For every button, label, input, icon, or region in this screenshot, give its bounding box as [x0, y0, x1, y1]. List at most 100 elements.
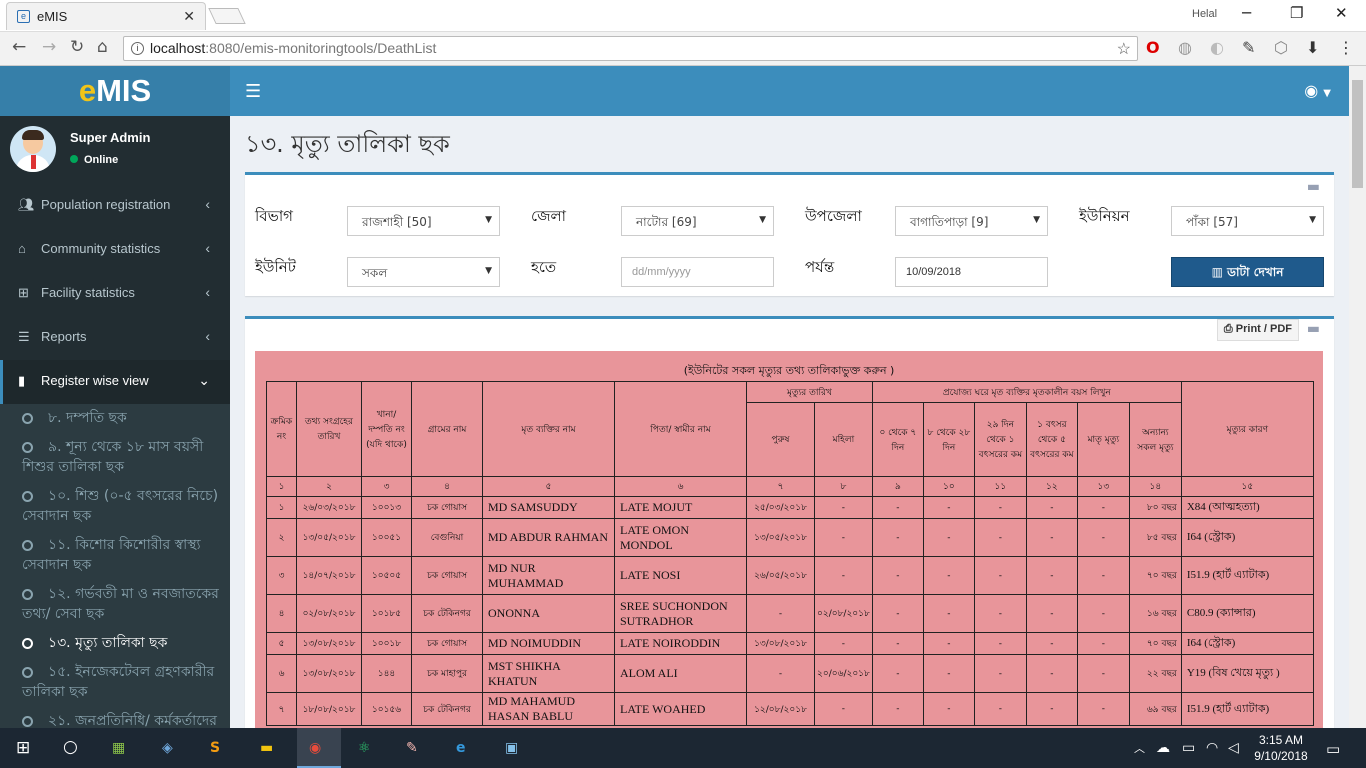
- from-date-input[interactable]: dd/mm/yyyy: [621, 257, 774, 287]
- submenu-label: ৮. দম্পতি ছক: [48, 410, 127, 426]
- cell-age: ৮০ বছর: [1128, 496, 1182, 519]
- windows-start-icon[interactable]: ⊞: [16, 738, 30, 758]
- search-icon[interactable]: ○: [63, 737, 78, 757]
- cell-mat: -: [1076, 692, 1130, 726]
- extension-icon[interactable]: ◐: [1210, 38, 1224, 57]
- cell-date: ০২/০৮/২০১৮: [296, 594, 362, 633]
- profile-name[interactable]: Helal: [1192, 8, 1217, 20]
- cell-a4: -: [1025, 556, 1078, 595]
- cell-father: LATE NOIRODDIN: [614, 632, 747, 655]
- sidebar-item-facility-statistics[interactable]: ⊞ Facility statistics ‹: [0, 272, 230, 316]
- battery-icon[interactable]: ▭: [1182, 740, 1195, 756]
- submenu-item-infant-register[interactable]: ৯. শূন্য থেকে ১৮ মাস বয়সী শিশুর তালিকা …: [0, 433, 230, 482]
- home-icon[interactable]: ⌂: [97, 37, 108, 57]
- submenu-item-child-service[interactable]: ১০. শিশু (০-৫ বৎসরের নিচে) সেবাদান ছক: [0, 482, 230, 531]
- sidebar-item-community-statistics[interactable]: ⌂ Community statistics ‹: [0, 228, 230, 272]
- excel-icon[interactable]: ▦: [112, 740, 125, 756]
- user-account-menu[interactable]: ◉ ▼: [1304, 81, 1331, 100]
- show-data-button[interactable]: ▥ ডাটা দেখান: [1171, 257, 1324, 287]
- hamburger-menu-icon[interactable]: ☰: [245, 81, 261, 102]
- tray-chevron-up-icon[interactable]: ︿: [1134, 740, 1145, 756]
- maximize-icon[interactable]: ❐: [1290, 4, 1303, 22]
- cell-name: MD NOIMUDDIN: [482, 632, 615, 655]
- upazila-select[interactable]: বাগাতিপাড়া [9] ▼: [895, 206, 1048, 236]
- district-value: নাটোর [69]: [636, 215, 697, 229]
- atom-icon[interactable]: ⚛: [358, 740, 371, 756]
- district-select[interactable]: নাটোর [69] ▼: [621, 206, 774, 236]
- submenu-item-adolescent-health[interactable]: ১১. কিশোর কিশোরীর স্বাস্থ্য সেবাদান ছক: [0, 531, 230, 580]
- download-icon[interactable]: ⬇: [1306, 38, 1319, 57]
- scrollbar-thumb[interactable]: [1352, 80, 1363, 188]
- chrome-icon[interactable]: ◉: [309, 740, 321, 756]
- union-select[interactable]: পাঁকা [57] ▼: [1171, 206, 1324, 236]
- submenu-label: ১০. শিশু (০-৫ বৎসরের নিচে) সেবাদান ছক: [22, 488, 219, 524]
- edge-icon[interactable]: e: [456, 740, 466, 756]
- table-row: ৪ ০২/০৮/২০১৮ ১০১৮৫ চক টেকিনগর ONONNA SREE SUC…: [266, 594, 1314, 633]
- menu-dots-icon[interactable]: ⋮: [1338, 38, 1354, 57]
- cell-mat: -: [1076, 632, 1130, 655]
- database-icon[interactable]: ◈: [162, 740, 173, 756]
- paint-icon[interactable]: ✎: [406, 740, 418, 756]
- close-window-icon[interactable]: ✕: [1335, 4, 1348, 22]
- header-male: পুরুষ: [746, 402, 815, 477]
- collapse-icon[interactable]: ▬: [1307, 179, 1320, 195]
- cell-a1: -: [871, 654, 924, 693]
- minimize-icon[interactable]: ─: [1242, 4, 1251, 22]
- submenu-item-pregnant-mother[interactable]: ১২. গর্ভবতী মা ও নবজাতকের তথ্য/ সেবা ছক: [0, 580, 230, 629]
- cell-a4: -: [1025, 692, 1078, 726]
- cell-cause: I64 (স্ট্রোক): [1180, 632, 1314, 655]
- globe-icon[interactable]: ◍: [1178, 38, 1192, 57]
- back-icon[interactable]: ←: [12, 37, 26, 57]
- sidebar-item-population-registration[interactable]: 👥︎ Population registration ‹: [0, 184, 230, 228]
- volume-icon[interactable]: ◁: [1228, 740, 1239, 756]
- sublime-icon[interactable]: S: [210, 740, 220, 756]
- circle-icon: [22, 540, 33, 551]
- forward-icon[interactable]: →: [42, 37, 56, 57]
- app-logo[interactable]: eMIS: [0, 66, 230, 116]
- eyedropper-icon[interactable]: ✎: [1242, 38, 1255, 57]
- file-explorer-icon[interactable]: ▬: [260, 740, 273, 756]
- onedrive-icon[interactable]: ☁: [1156, 740, 1170, 756]
- browser-tab[interactable]: e eMIS ✕: [6, 2, 206, 30]
- submenu-item-couple-register[interactable]: ৮. দম্পতি ছক: [0, 404, 230, 433]
- cell-a2: -: [922, 518, 975, 557]
- box-app-icon[interactable]: ▣: [505, 740, 518, 756]
- caret-down-icon: ▼: [1323, 88, 1331, 99]
- cell-a1: -: [871, 594, 924, 633]
- collapse-icon[interactable]: ▬: [1307, 321, 1320, 337]
- favicon-icon: e: [17, 10, 30, 23]
- notification-icon[interactable]: ▭: [1326, 740, 1340, 758]
- caret-down-icon: ▼: [759, 215, 766, 225]
- print-pdf-button[interactable]: ⎙ Print / PDF: [1216, 319, 1299, 341]
- reload-icon[interactable]: ↻: [70, 37, 84, 57]
- to-date-input[interactable]: 10/09/2018: [895, 257, 1048, 287]
- wifi-icon[interactable]: ◠: [1206, 740, 1218, 756]
- opera-icon[interactable]: O: [1146, 38, 1160, 57]
- division-select[interactable]: রাজশাহী [50] ▼: [347, 206, 500, 236]
- taskbar-clock[interactable]: 3:15 AM 9/10/2018: [1252, 732, 1310, 764]
- col-number: ৬: [614, 476, 747, 497]
- close-tab-icon[interactable]: ✕: [183, 8, 195, 25]
- sidebar-item-register-wise-view[interactable]: ▮ Register wise view ⌄: [0, 360, 230, 404]
- info-icon[interactable]: i: [131, 42, 144, 55]
- cell-age: ২২ বছর: [1128, 654, 1182, 693]
- address-bar[interactable]: i localhost:8080/emis-monitoringtools/De…: [123, 36, 1138, 61]
- unit-select[interactable]: সকল ▼: [347, 257, 500, 287]
- header-other-deaths: অন্যান্য সকল মৃত্যু: [1128, 402, 1182, 477]
- report-box: ⎙ Print / PDF ▬ (ইউনিটের সকল মৃত্যুর তথ্…: [245, 316, 1334, 728]
- home-icon: ⌂: [18, 241, 26, 256]
- sidebar-item-reports[interactable]: ☰ Reports ‹: [0, 316, 230, 360]
- bookmark-star-icon[interactable]: ☆: [1117, 39, 1131, 59]
- cell-male: ১৩/০৫/২০১৮: [746, 518, 815, 557]
- cell-father: LATE OMON MONDOL: [614, 518, 747, 557]
- submenu-item-injectable[interactable]: ১৫. ইনজেকটেবল গ্রহণকারীর তালিকা ছক: [0, 658, 230, 707]
- cell-a4: -: [1025, 518, 1078, 557]
- submenu-item-death-list[interactable]: ১৩. মৃত্যু তালিকা ছক: [0, 629, 230, 658]
- user-status: Online: [70, 154, 118, 166]
- cube-icon[interactable]: ⬡: [1274, 38, 1288, 57]
- new-tab-button[interactable]: [208, 8, 246, 24]
- upazila-label: উপজেলা: [805, 207, 862, 225]
- page-scrollbar[interactable]: [1349, 66, 1366, 728]
- cell-a2: -: [922, 632, 975, 655]
- cell-age: ১৬ বছর: [1128, 594, 1182, 633]
